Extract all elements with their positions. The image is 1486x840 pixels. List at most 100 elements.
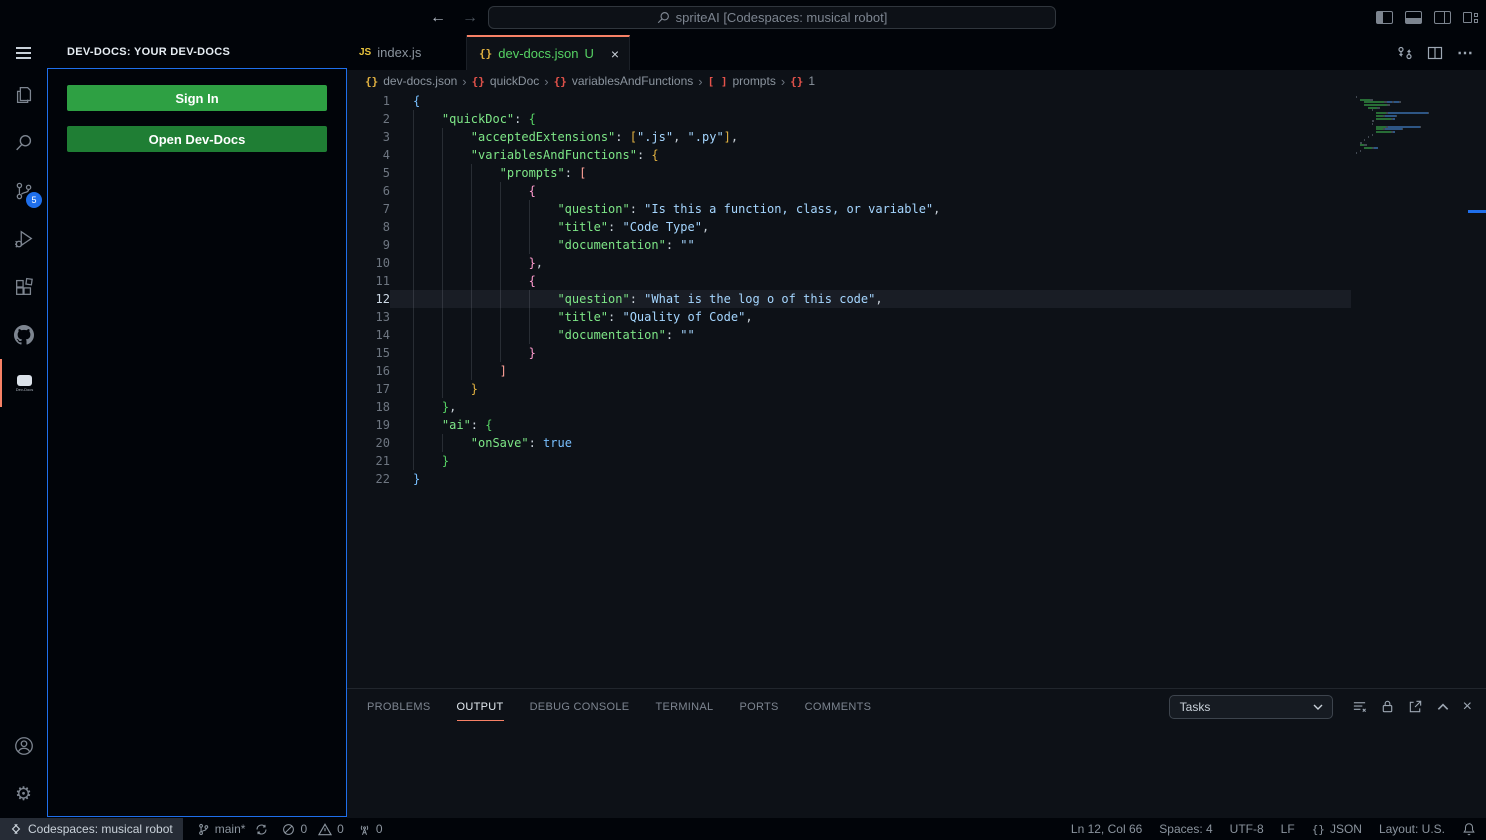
forward-arrow-icon[interactable]: →: [462, 9, 478, 27]
breadcrumb-item-file[interactable]: {} dev-docs.json: [365, 74, 457, 88]
tab-indexjs[interactable]: JS index.js: [347, 35, 467, 70]
code-token: }: [471, 382, 478, 396]
code-line[interactable]: 13"title": "Quality of Code",: [347, 308, 1486, 326]
code-line[interactable]: 14"documentation": "": [347, 326, 1486, 344]
breadcrumb-item-index1[interactable]: {} 1: [790, 74, 815, 88]
breadcrumb-item-quickdoc[interactable]: {} quickDoc: [472, 74, 540, 88]
code-line[interactable]: 1{: [347, 92, 1486, 110]
code-line[interactable]: 19"ai": {: [347, 416, 1486, 434]
json-file-icon: {}: [479, 47, 492, 60]
activity-item-source-control[interactable]: 5: [0, 167, 47, 215]
close-tab-icon[interactable]: ×: [611, 47, 619, 61]
breadcrumb-item-variablesandfunctions[interactable]: {} variablesAndFunctions: [554, 74, 694, 88]
indent-guide: [413, 326, 442, 344]
lock-icon[interactable]: [1380, 699, 1395, 714]
code-token: :: [637, 148, 651, 162]
bell-icon[interactable]: [1462, 822, 1476, 836]
minimap-token: [1379, 107, 1380, 109]
eol-item[interactable]: LF: [1281, 818, 1295, 840]
line-number: 16: [347, 362, 390, 380]
code-line[interactable]: 8"title": "Code Type",: [347, 218, 1486, 236]
code-line[interactable]: 3"acceptedExtensions": [".js", ".py"],: [347, 128, 1486, 146]
breadcrumb-item-prompts[interactable]: [ ] prompts: [708, 74, 776, 88]
code-line[interactable]: 11{: [347, 272, 1486, 290]
tab-devdocs-json[interactable]: {} dev-docs.json U ×: [467, 35, 630, 70]
error-icon: [282, 823, 295, 836]
indent-guide: [442, 272, 471, 290]
panel-tab-output[interactable]: OUTPUT: [457, 692, 504, 721]
line-number: 14: [347, 326, 390, 344]
toggle-panel-icon[interactable]: [1405, 11, 1422, 24]
code-line[interactable]: 9"documentation": "": [347, 236, 1486, 254]
code-line[interactable]: 17}: [347, 380, 1486, 398]
maximize-panel-icon[interactable]: [1436, 700, 1450, 714]
toggle-secondary-sidebar-icon[interactable]: [1434, 11, 1451, 24]
code-line[interactable]: 2"quickDoc": {: [347, 110, 1486, 128]
minimap-token: [1388, 126, 1420, 128]
cursor-position-item[interactable]: Ln 12, Col 66: [1071, 818, 1142, 840]
command-center-search[interactable]: spriteAI [Codespaces: musical robot]: [488, 6, 1056, 29]
code-line[interactable]: 12"question": "What is the log o of this…: [347, 290, 1486, 308]
activity-item-search[interactable]: [0, 119, 47, 167]
code-line[interactable]: 21}: [347, 452, 1486, 470]
activity-item-devdocs[interactable]: Dev-Docs: [0, 359, 47, 407]
minimap-token: [1420, 126, 1421, 128]
open-changes-icon[interactable]: [1397, 45, 1413, 61]
code-line[interactable]: 18},: [347, 398, 1486, 416]
activity-item-run-debug[interactable]: [0, 215, 47, 263]
branch-item[interactable]: main*: [197, 818, 269, 840]
code-line[interactable]: 20"onSave": true: [347, 434, 1486, 452]
code-line-content: {: [390, 182, 1351, 200]
code-line-content: "prompts": [: [390, 164, 1351, 182]
ports-item[interactable]: 0: [358, 818, 383, 840]
code-line[interactable]: 10},: [347, 254, 1486, 272]
code-line[interactable]: 22}: [347, 470, 1486, 488]
code-line[interactable]: 16]: [347, 362, 1486, 380]
search-icon: [657, 11, 670, 24]
code-token: {: [529, 274, 536, 288]
code-token: "Code Type": [622, 220, 701, 234]
code-token: ,: [673, 130, 687, 144]
language-item[interactable]: {} JSON: [1312, 818, 1362, 840]
customize-layout-icon[interactable]: [1463, 12, 1478, 23]
code-token: {: [529, 184, 536, 198]
remote-indicator[interactable]: Codespaces: musical robot: [0, 818, 183, 840]
menu-button[interactable]: [0, 35, 47, 71]
panel-tab-debug-console[interactable]: DEBUG CONSOLE: [530, 692, 630, 721]
indent-guide: [529, 200, 558, 218]
activity-item-github[interactable]: [0, 311, 47, 359]
more-actions-icon[interactable]: ⋯: [1457, 43, 1474, 63]
activity-item-account[interactable]: [0, 722, 47, 770]
activity-item-extensions[interactable]: [0, 263, 47, 311]
back-arrow-icon[interactable]: ←: [430, 9, 446, 27]
code-editor[interactable]: 1{2"quickDoc": {3"acceptedExtensions": […: [347, 92, 1486, 688]
activity-item-explorer[interactable]: [0, 71, 47, 119]
problems-item[interactable]: 0 0: [282, 818, 343, 840]
code-token: "title": [557, 310, 608, 324]
panel-tab-comments[interactable]: COMMENTS: [805, 692, 872, 721]
code-token: }: [442, 454, 449, 468]
open-devdocs-button[interactable]: Open Dev-Docs: [67, 126, 327, 152]
encoding-item[interactable]: UTF-8: [1230, 818, 1264, 840]
panel-tab-problems[interactable]: PROBLEMS: [367, 692, 431, 721]
panel-tab-ports[interactable]: PORTS: [739, 692, 778, 721]
code-line[interactable]: 4"variablesAndFunctions": {: [347, 146, 1486, 164]
panel-tab-terminal[interactable]: TERMINAL: [655, 692, 713, 721]
sign-in-button[interactable]: Sign In: [67, 85, 327, 111]
code-line[interactable]: 15}: [347, 344, 1486, 362]
open-output-in-editor-icon[interactable]: [1408, 699, 1423, 714]
code-line[interactable]: 5"prompts": [: [347, 164, 1486, 182]
code-line[interactable]: 6{: [347, 182, 1486, 200]
indentation-item[interactable]: Spaces: 4: [1159, 818, 1212, 840]
activity-item-settings[interactable]: ⚙: [0, 770, 47, 818]
toggle-sidebar-icon[interactable]: [1376, 11, 1393, 24]
split-editor-icon[interactable]: [1427, 45, 1443, 61]
minimap-token: [1376, 112, 1386, 114]
layout-item[interactable]: Layout: U.S.: [1379, 818, 1445, 840]
indent-guide: [442, 254, 471, 272]
close-panel-icon[interactable]: ×: [1463, 699, 1472, 715]
clear-output-icon[interactable]: [1352, 699, 1367, 714]
code-line[interactable]: 7"question": "Is this a function, class,…: [347, 200, 1486, 218]
minimap[interactable]: [1356, 94, 1470, 153]
output-channel-select[interactable]: Tasks: [1169, 695, 1333, 719]
